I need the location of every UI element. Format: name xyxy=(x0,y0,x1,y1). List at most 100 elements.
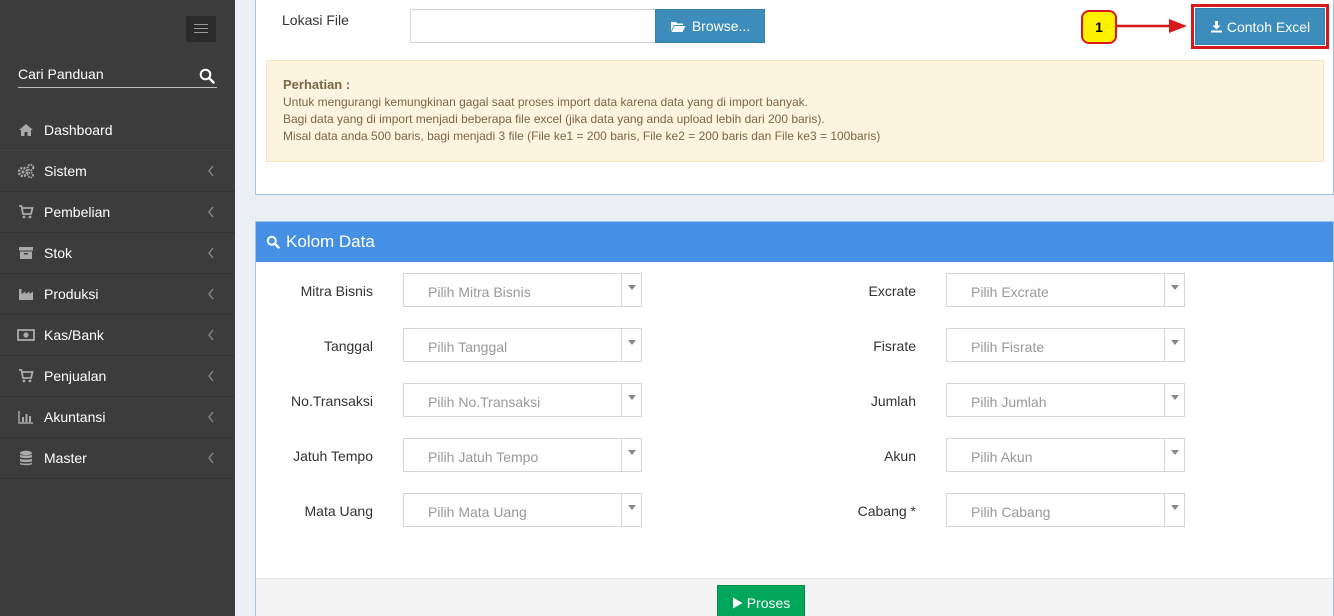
field-label-excrate: Excrate xyxy=(868,283,916,299)
caret-down-icon xyxy=(621,494,641,526)
field-label-no-transaksi: No.Transaksi xyxy=(291,393,373,409)
sidebar-item-label: Stok xyxy=(44,245,73,261)
select-jumlah[interactable]: Pilih Jumlah xyxy=(946,383,1185,417)
caret-down-icon xyxy=(621,274,641,306)
select-placeholder: Pilih No.Transaksi xyxy=(428,394,541,410)
select-placeholder: Pilih Akun xyxy=(971,449,1033,465)
sidebar-item-kas-bank[interactable]: Kas/Bank xyxy=(0,315,235,356)
caret-down-icon xyxy=(621,439,641,471)
kolom-data-panel: Kolom Data Mitra Bisnis Pilih Mitra Bisn… xyxy=(255,221,1334,616)
sidebar-item-akuntansi[interactable]: Akuntansi xyxy=(0,397,235,438)
select-placeholder: Pilih Jatuh Tempo xyxy=(428,449,539,465)
field-label-akun: Akun xyxy=(884,448,916,464)
select-placeholder: Pilih Excrate xyxy=(971,284,1049,300)
folder-open-icon xyxy=(670,21,686,32)
contoh-excel-button[interactable]: Contoh Excel xyxy=(1195,8,1325,45)
menu-toggle-button[interactable] xyxy=(186,16,216,42)
chevron-left-icon xyxy=(208,411,214,423)
select-no-transaksi[interactable]: Pilih No.Transaksi xyxy=(403,383,642,417)
caret-down-icon xyxy=(1164,329,1184,361)
proses-button[interactable]: Proses xyxy=(717,585,805,616)
bar-chart-icon xyxy=(17,409,35,425)
select-tanggal[interactable]: Pilih Tanggal xyxy=(403,328,642,362)
kolom-data-title: Kolom Data xyxy=(286,232,375,251)
cart-icon xyxy=(17,368,35,384)
browse-button-label: Browse... xyxy=(691,18,751,34)
gears-icon xyxy=(17,163,35,179)
sidebar-item-produksi[interactable]: Produksi xyxy=(0,274,235,315)
sidebar-item-label: Sistem xyxy=(44,163,87,179)
sidebar-item-dashboard[interactable]: Dashboard xyxy=(0,110,235,151)
notice-title: Perhatian : xyxy=(283,77,351,92)
select-mata-uang[interactable]: Pilih Mata Uang xyxy=(403,493,642,527)
chevron-left-icon xyxy=(208,165,214,177)
chevron-left-icon xyxy=(208,452,214,464)
notice-line: Bagi data yang di import menjadi beberap… xyxy=(283,112,825,126)
field-label-cabang: Cabang * xyxy=(857,503,916,519)
chevron-left-icon xyxy=(208,288,214,300)
select-cabang[interactable]: Pilih Cabang xyxy=(946,493,1185,527)
field-label-mitra-bisnis: Mitra Bisnis xyxy=(300,283,373,299)
sidebar-item-label: Penjualan xyxy=(44,368,107,384)
field-label-jumlah: Jumlah xyxy=(870,393,916,409)
select-akun[interactable]: Pilih Akun xyxy=(946,438,1185,472)
search-input[interactable]: Cari Panduan xyxy=(18,64,217,84)
chevron-left-icon xyxy=(208,329,214,341)
upload-panel: Lokasi File Browse... 1 Contoh Excel Per… xyxy=(255,0,1334,195)
caret-down-icon xyxy=(1164,274,1184,306)
archive-icon xyxy=(17,245,35,261)
dashboard-icon xyxy=(17,122,35,138)
sidebar-item-label: Master xyxy=(44,450,87,466)
play-icon xyxy=(732,597,743,609)
factory-icon xyxy=(17,286,35,302)
sidebar-item-label: Kas/Bank xyxy=(44,327,104,343)
field-label-tanggal: Tanggal xyxy=(323,338,373,354)
select-mitra-bisnis[interactable]: Pilih Mitra Bisnis xyxy=(403,273,642,307)
download-icon xyxy=(1210,21,1222,33)
form-footer: Proses xyxy=(256,578,1333,616)
contoh-excel-label: Contoh Excel xyxy=(1226,18,1311,35)
sidebar-item-master[interactable]: Master xyxy=(0,438,235,479)
notice-box: Perhatian : Untuk mengurangi kemungkinan… xyxy=(266,60,1324,162)
annotation-arrow-icon xyxy=(1117,19,1187,33)
kolom-data-header: Kolom Data xyxy=(256,222,1333,262)
file-path-input[interactable] xyxy=(410,9,656,43)
caret-down-icon xyxy=(1164,384,1184,416)
field-label-fisrate: Fisrate xyxy=(873,338,916,354)
annotation-callout: 1 xyxy=(1081,10,1117,44)
main-content: Lokasi File Browse... 1 Contoh Excel Per… xyxy=(235,0,1334,616)
sidebar-item-sistem[interactable]: Sistem xyxy=(0,151,235,192)
notice-line: Untuk mengurangi kemungkinan gagal saat … xyxy=(283,95,808,109)
cart-icon xyxy=(17,204,35,220)
select-excrate[interactable]: Pilih Excrate xyxy=(946,273,1185,307)
search-icon xyxy=(266,235,280,249)
sidebar-item-pembelian[interactable]: Pembelian xyxy=(0,192,235,233)
search-icon[interactable] xyxy=(199,68,215,84)
sidebar-item-label: Produksi xyxy=(44,286,99,302)
select-placeholder: Pilih Mitra Bisnis xyxy=(428,284,531,300)
sidebar: Cari Panduan Dashboard Sistem Pembelian xyxy=(0,0,235,616)
chevron-left-icon xyxy=(208,247,214,259)
sidebar-item-label: Dashboard xyxy=(44,122,113,138)
select-placeholder: Pilih Cabang xyxy=(971,504,1051,520)
browse-button[interactable]: Browse... xyxy=(655,9,765,43)
proses-button-label: Proses xyxy=(746,595,791,611)
sidebar-item-penjualan[interactable]: Penjualan xyxy=(0,356,235,397)
sidebar-item-label: Pembelian xyxy=(44,204,111,220)
sidebar-menu: Dashboard Sistem Pembelian Stok Produksi… xyxy=(0,110,235,479)
field-label-mata-uang: Mata Uang xyxy=(304,503,373,519)
chevron-left-icon xyxy=(208,370,214,382)
caret-down-icon xyxy=(621,329,641,361)
lokasi-file-label: Lokasi File xyxy=(282,12,349,28)
sidebar-item-label: Akuntansi xyxy=(44,409,106,425)
sidebar-search[interactable]: Cari Panduan xyxy=(18,64,217,88)
money-icon xyxy=(17,327,35,343)
database-icon xyxy=(17,450,35,466)
caret-down-icon xyxy=(621,384,641,416)
select-placeholder: Pilih Mata Uang xyxy=(428,504,527,520)
caret-down-icon xyxy=(1164,439,1184,471)
select-fisrate[interactable]: Pilih Fisrate xyxy=(946,328,1185,362)
select-jatuh-tempo[interactable]: Pilih Jatuh Tempo xyxy=(403,438,642,472)
sidebar-item-stok[interactable]: Stok xyxy=(0,233,235,274)
select-placeholder: Pilih Fisrate xyxy=(971,339,1045,355)
